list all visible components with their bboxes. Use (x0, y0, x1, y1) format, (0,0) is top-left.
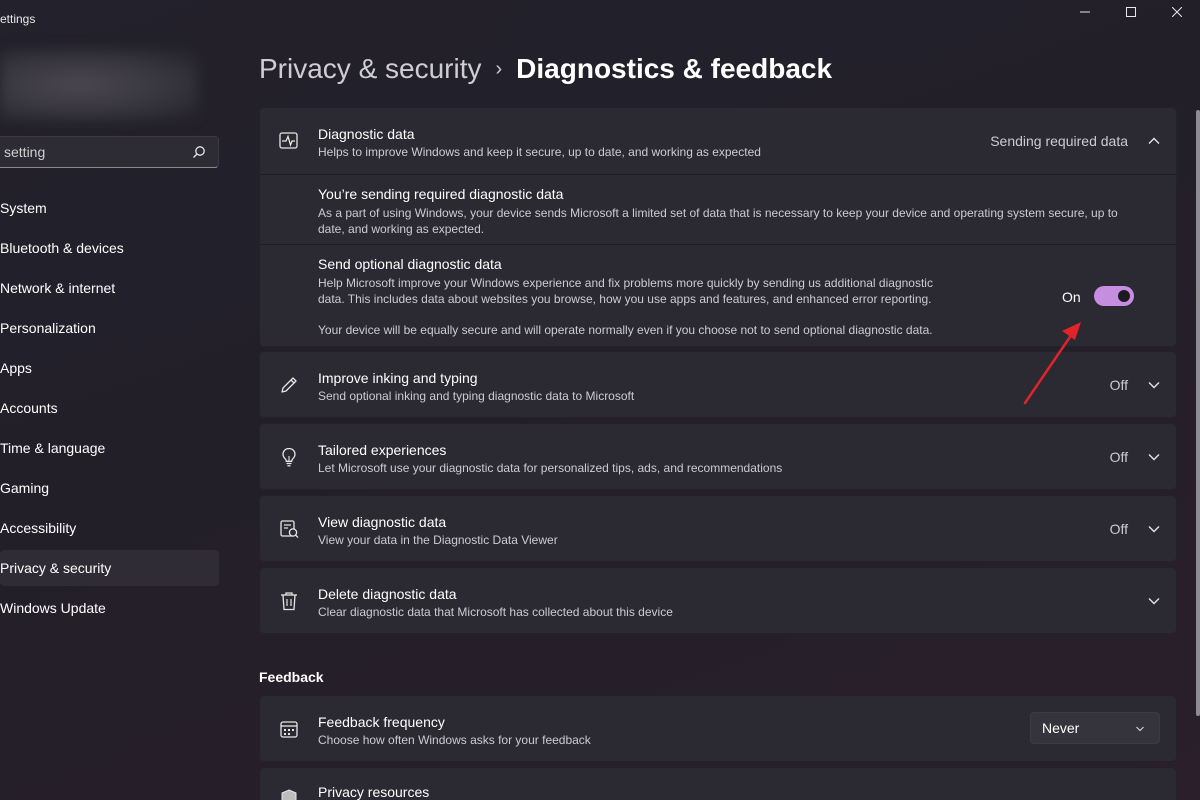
required-data-section: You’re sending required diagnostic data … (260, 174, 1176, 244)
settings-window: ettings System Bluetooth & devices Netwo… (0, 0, 1200, 800)
tailored-experiences-title: Tailored experiences (318, 442, 447, 458)
breadcrumb: Privacy & security › Diagnostics & feedb… (259, 53, 832, 85)
sidebar-item-personalization[interactable]: Personalization (0, 310, 219, 346)
tailored-experiences-card[interactable]: Tailored experiences Let Microsoft use y… (259, 423, 1177, 490)
tailored-experiences-desc: Let Microsoft use your diagnostic data f… (318, 461, 783, 475)
view-diagnostic-data-status: Off (1109, 521, 1128, 537)
delete-diagnostic-data-desc: Clear diagnostic data that Microsoft has… (318, 605, 673, 619)
required-data-title: You’re sending required diagnostic data (318, 186, 564, 202)
sidebar-item-apps[interactable]: Apps (0, 350, 219, 386)
sidebar-item-label: Accounts (0, 400, 58, 416)
optional-data-line2: data. This includes data about websites … (318, 292, 932, 306)
view-diagnostic-data-title: View diagnostic data (318, 514, 447, 530)
delete-diagnostic-data-card[interactable]: Delete diagnostic data Clear diagnostic … (259, 567, 1177, 634)
sidebar-item-gaming[interactable]: Gaming (0, 470, 219, 506)
chevron-up-icon[interactable] (1148, 135, 1160, 147)
feedback-frequency-dropdown[interactable]: Never (1030, 712, 1160, 744)
chevron-down-icon[interactable] (1148, 451, 1160, 463)
tailored-experiences-status: Off (1109, 449, 1128, 465)
feedback-frequency-title: Feedback frequency (318, 714, 445, 730)
shield-icon (281, 789, 297, 800)
optional-data-section: Send optional diagnostic data Help Micro… (260, 244, 1176, 346)
page-title: Diagnostics & feedback (516, 53, 833, 84)
sidebar-item-label: System (0, 200, 47, 216)
app-title: ettings (0, 12, 36, 26)
feedback-frequency-value: Never (1042, 720, 1080, 736)
optional-data-line1: Help Microsoft improve your Windows expe… (318, 276, 933, 290)
feedback-frequency-card: Feedback frequency Choose how often Wind… (259, 695, 1177, 762)
pen-icon (281, 377, 297, 393)
minimize-button[interactable] (1062, 0, 1108, 24)
diagnostic-data-desc: Helps to improve Windows and keep it sec… (318, 145, 761, 159)
sidebar-item-network-internet[interactable]: Network & internet (0, 270, 219, 306)
sidebar-item-bluetooth-devices[interactable]: Bluetooth & devices (0, 230, 219, 266)
maximize-button[interactable] (1108, 0, 1154, 24)
minimize-icon (1080, 11, 1090, 13)
delete-diagnostic-data-title: Delete diagnostic data (318, 586, 457, 602)
privacy-resources-title: Privacy resources (318, 784, 430, 800)
chevron-down-icon (1136, 726, 1144, 732)
lightbulb-icon (282, 447, 296, 467)
document-search-icon (280, 520, 299, 538)
sidebar-nav: System Bluetooth & devices Network & int… (0, 190, 219, 630)
calendar-icon (280, 721, 298, 738)
sidebar-item-time-language[interactable]: Time & language (0, 430, 219, 466)
inking-typing-status: Off (1109, 377, 1128, 393)
optional-data-title: Send optional diagnostic data (318, 256, 502, 272)
sidebar-item-label: Bluetooth & devices (0, 240, 124, 256)
inking-typing-title: Improve inking and typing (318, 370, 478, 386)
feedback-section-header: Feedback (259, 669, 324, 685)
sidebar-item-windows-update[interactable]: Windows Update (0, 590, 219, 626)
sidebar-item-label: Personalization (0, 320, 96, 336)
chevron-down-icon[interactable] (1148, 595, 1160, 607)
sidebar-item-label: Time & language (0, 440, 106, 456)
search-icon[interactable] (192, 145, 206, 159)
sidebar-item-label: Accessibility (0, 520, 77, 536)
view-diagnostic-data-desc: View your data in the Diagnostic Data Vi… (318, 533, 558, 547)
sidebar-item-label: Gaming (0, 480, 50, 496)
feedback-frequency-desc: Choose how often Windows asks for your f… (318, 733, 591, 747)
breadcrumb-parent-link[interactable]: Privacy & security (259, 53, 482, 85)
view-diagnostic-data-card[interactable]: View diagnostic data View your data in t… (259, 495, 1177, 562)
close-button[interactable] (1154, 0, 1200, 24)
close-icon (1172, 7, 1182, 17)
sidebar-item-accounts[interactable]: Accounts (0, 390, 219, 426)
inking-typing-card[interactable]: Improve inking and typing Send optional … (259, 351, 1177, 418)
optional-data-note: Your device will be equally secure and w… (318, 323, 933, 337)
sidebar-item-accessibility[interactable]: Accessibility (0, 510, 219, 546)
privacy-resources-card[interactable]: Privacy resources (259, 767, 1177, 800)
sidebar-item-label: Apps (0, 360, 32, 376)
diagnostic-data-header[interactable]: Diagnostic data Helps to improve Windows… (260, 108, 1176, 174)
inking-typing-desc: Send optional inking and typing diagnost… (318, 389, 635, 403)
chevron-down-icon[interactable] (1148, 379, 1160, 391)
diagnostic-data-card: Diagnostic data Helps to improve Windows… (259, 107, 1177, 347)
breadcrumb-separator-icon: › (495, 57, 503, 80)
sidebar-item-system[interactable]: System (0, 190, 219, 226)
activity-monitor-icon (279, 132, 298, 149)
diagnostic-data-title: Diagnostic data (318, 126, 415, 142)
sidebar-item-label: Privacy & security (0, 560, 112, 576)
sidebar-item-label: Windows Update (0, 600, 106, 616)
user-profile-blurred[interactable] (0, 50, 198, 120)
optional-data-toggle-label: On (1062, 289, 1081, 305)
diagnostic-data-status: Sending required data (990, 133, 1128, 149)
required-data-line1: As a part of using Windows, your device … (318, 206, 1118, 220)
caption-buttons (1062, 0, 1200, 24)
required-data-line2: date, and working as expected. (318, 222, 485, 236)
maximize-icon (1126, 7, 1136, 17)
chevron-down-icon[interactable] (1148, 523, 1160, 535)
scrollbar[interactable] (1196, 110, 1200, 716)
sidebar-item-label: Network & internet (0, 280, 116, 296)
search-input[interactable] (4, 144, 184, 160)
sidebar-item-privacy-security[interactable]: Privacy & security (0, 550, 219, 586)
optional-data-toggle[interactable] (1094, 286, 1134, 306)
search-box (0, 136, 219, 168)
toggle-knob (1118, 290, 1130, 302)
trash-icon (281, 592, 297, 611)
